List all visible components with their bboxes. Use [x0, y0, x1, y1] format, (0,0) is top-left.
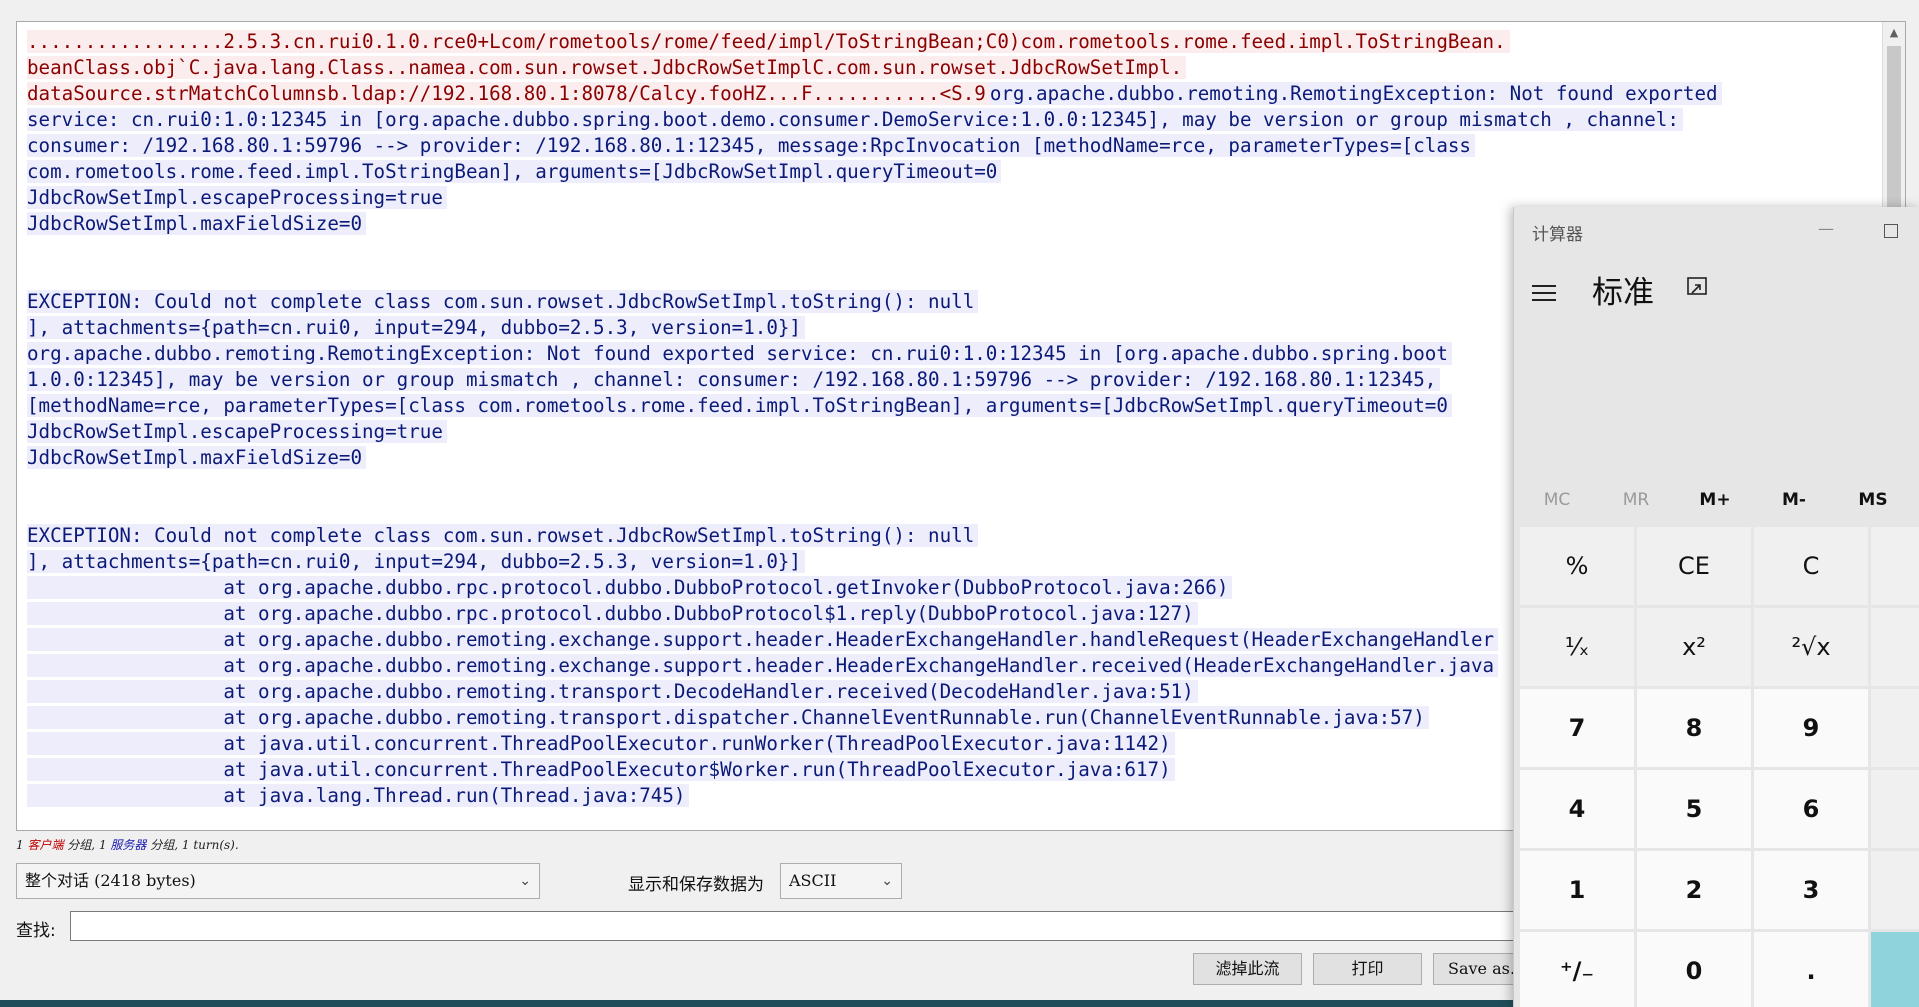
memory-row: MC MR M+ M- MS	[1514, 475, 1919, 525]
stream-line: .................2.5.3.cn.rui0.1.0.rce0+…	[27, 29, 1865, 55]
zero-button[interactable]: 0	[1637, 932, 1751, 1007]
memory-button-mr[interactable]: MR	[1597, 475, 1675, 525]
three-button[interactable]: 3	[1754, 851, 1868, 929]
stream-line-text: at org.apache.dubbo.rpc.protocol.dubbo.D…	[27, 576, 1233, 599]
operator-button[interactable]	[1871, 770, 1919, 848]
memory-button-mc[interactable]: MC	[1518, 475, 1596, 525]
stream-line-text: 1.0.0:12345], may be version or group mi…	[27, 368, 1441, 391]
memory-button-mminus[interactable]: M-	[1755, 475, 1833, 525]
server-count: 1	[98, 838, 107, 852]
percent-button[interactable]: %	[1520, 527, 1634, 605]
client-label: 客户端	[27, 838, 64, 852]
group-word: 分组,	[63, 838, 99, 852]
clear-entry-button[interactable]: CE	[1637, 527, 1751, 605]
encoding-select[interactable]: ASCII ⌄	[780, 863, 902, 899]
seven-button[interactable]: 7	[1520, 689, 1634, 767]
stream-line-text: com.rometools.rome.feed.impl.ToStringBea…	[27, 160, 1002, 183]
memory-button-mplus[interactable]: M+	[1676, 475, 1754, 525]
stream-line: beanClass.obj`C.java.lang.Class..namea.c…	[27, 55, 1865, 81]
maximize-icon[interactable]	[1884, 224, 1898, 238]
print-button[interactable]: 打印	[1313, 953, 1422, 985]
stream-line-text: JdbcRowSetImpl.escapeProcessing=true	[27, 420, 447, 443]
stream-line-text: at java.util.concurrent.ThreadPoolExecut…	[27, 758, 1175, 781]
nine-button[interactable]: 9	[1754, 689, 1868, 767]
encoding-select-value: ASCII	[789, 871, 837, 890]
stream-line-text: JdbcRowSetImpl.escapeProcessing=true	[27, 186, 447, 209]
minimize-icon[interactable]: —	[1814, 219, 1838, 239]
conversation-select-value: 整个对话 (2418 bytes)	[25, 871, 196, 890]
stream-line-text: beanClass.obj`C.java.lang.Class..namea.c…	[27, 56, 1187, 79]
stream-line-text: EXCEPTION: Could not complete class com.…	[27, 290, 979, 313]
hamburger-menu-icon[interactable]	[1532, 285, 1556, 303]
server-label: 服务器	[110, 838, 147, 852]
stream-line: consumer: /192.168.80.1:59796 --> provid…	[27, 133, 1865, 159]
scroll-up-arrow-icon[interactable]: ▲	[1883, 22, 1905, 44]
stream-line: dataSource.strMatchColumnsb.ldap://192.1…	[27, 81, 1865, 107]
reciprocal-button[interactable]: ¹⁄ₓ	[1520, 608, 1634, 686]
stream-line-text: dataSource.strMatchColumnsb.ldap://192.1…	[27, 82, 990, 105]
one-button[interactable]: 1	[1520, 851, 1634, 929]
stream-line-text: at org.apache.dubbo.remoting.transport.d…	[27, 706, 1429, 729]
chevron-down-icon: ⌄	[519, 873, 531, 889]
stream-line-text: at org.apache.dubbo.remoting.exchange.su…	[27, 628, 1499, 651]
square-button[interactable]: x²	[1637, 608, 1751, 686]
operator-button[interactable]	[1871, 527, 1919, 605]
turns-count: 1 turn(s).	[181, 838, 239, 852]
stream-line-text: ], attachments={path=cn.rui0, input=294,…	[27, 316, 805, 339]
stream-line-text: at org.apache.dubbo.remoting.exchange.su…	[27, 654, 1499, 677]
stream-line-text: at org.apache.dubbo.rpc.protocol.dubbo.D…	[27, 602, 1198, 625]
calculator-mode-title: 标准	[1592, 275, 1654, 311]
chevron-down-icon: ⌄	[881, 873, 893, 889]
stream-line-text: [methodName=rce, parameterTypes=[class c…	[27, 394, 1452, 417]
negate-button[interactable]: ⁺∕₋	[1520, 932, 1634, 1007]
stream-summary: 1 客户端 分组, 1 服务器 分组, 1 turn(s).	[16, 836, 239, 853]
stream-line: com.rometools.rome.feed.impl.ToStringBea…	[27, 159, 1865, 185]
stream-line-text: JdbcRowSetImpl.maxFieldSize=0	[27, 212, 367, 235]
stream-line-text	[27, 238, 31, 261]
conversation-select[interactable]: 整个对话 (2418 bytes) ⌄	[16, 863, 540, 899]
stream-line-text: at java.util.concurrent.ThreadPoolExecut…	[27, 732, 1175, 755]
calculator-window: 计算器 — 标准 MC MR M+ M- MS % CE C ¹⁄ₓ x² ²√x 7 8 9 4 5 6 1 2…	[1513, 207, 1919, 1007]
operator-button[interactable]	[1871, 608, 1919, 686]
square-root-button[interactable]: ²√x	[1754, 608, 1868, 686]
equals-button[interactable]	[1871, 932, 1919, 1007]
find-input[interactable]	[70, 911, 1570, 941]
encoding-label: 显示和保存数据为	[628, 875, 764, 895]
operator-button[interactable]	[1871, 851, 1919, 929]
stream-line-text: EXCEPTION: Could not complete class com.…	[27, 524, 979, 547]
find-label: 查找:	[16, 921, 56, 941]
stream-line-text	[27, 472, 31, 495]
stream-line-text: at org.apache.dubbo.remoting.transport.D…	[27, 680, 1198, 703]
stream-line-text: ], attachments={path=cn.rui0, input=294,…	[27, 550, 805, 573]
stream-line-text: org.apache.dubbo.remoting.RemotingExcept…	[989, 82, 1722, 105]
stream-line-text: service: cn.rui0:1.0:12345 in [org.apach…	[27, 108, 1683, 131]
stream-line-text: .................2.5.3.cn.rui0.1.0.rce0+…	[27, 30, 1510, 53]
stream-line-text: JdbcRowSetImpl.maxFieldSize=0	[27, 446, 367, 469]
group-word: 分组,	[146, 838, 182, 852]
clear-button[interactable]: C	[1754, 527, 1868, 605]
client-count: 1	[16, 838, 24, 852]
operator-button[interactable]	[1871, 689, 1919, 767]
two-button[interactable]: 2	[1637, 851, 1751, 929]
stream-line: service: cn.rui0:1.0:12345 in [org.apach…	[27, 107, 1865, 133]
keep-on-top-icon[interactable]	[1686, 276, 1708, 298]
calculator-title: 计算器	[1532, 225, 1583, 245]
eight-button[interactable]: 8	[1637, 689, 1751, 767]
decimal-button[interactable]: .	[1754, 932, 1868, 1007]
stream-line-text	[27, 498, 31, 521]
six-button[interactable]: 6	[1754, 770, 1868, 848]
filter-out-stream-button[interactable]: 滤掉此流	[1193, 953, 1302, 985]
stream-line-text: org.apache.dubbo.remoting.RemotingExcept…	[27, 342, 1452, 365]
memory-button-ms[interactable]: MS	[1834, 475, 1912, 525]
stream-line-text: at java.lang.Thread.run(Thread.java:745)	[27, 784, 690, 807]
stream-line-text: consumer: /192.168.80.1:59796 --> provid…	[27, 134, 1475, 157]
five-button[interactable]: 5	[1637, 770, 1751, 848]
four-button[interactable]: 4	[1520, 770, 1634, 848]
stream-line-text	[27, 264, 31, 287]
